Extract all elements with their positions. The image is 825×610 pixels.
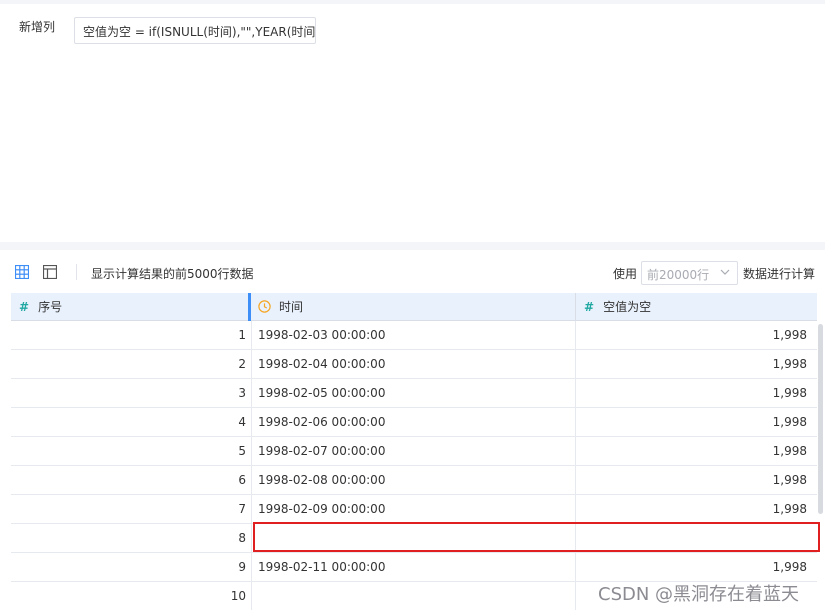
cell-divider (251, 553, 252, 582)
value-cell: 1,998 (772, 357, 807, 371)
time-cell: 1998-02-04 00:00:00 (258, 357, 386, 371)
time-cell: 1998-02-05 00:00:00 (258, 386, 386, 400)
row-index-cell: 4 (238, 415, 246, 429)
time-cell: 1998-02-11 00:00:00 (258, 560, 386, 574)
number-type-icon: # (584, 300, 595, 314)
preview-info-text: 显示计算结果的前5000行数据 (91, 267, 254, 281)
column-selected-indicator (248, 293, 251, 321)
value-cell: 1,998 (772, 560, 807, 574)
toolbar-divider (76, 264, 77, 280)
column-header-index[interactable]: # 序号 (19, 293, 62, 321)
value-cell: 1,998 (772, 415, 807, 429)
row-index-cell: 5 (238, 444, 246, 458)
cell-divider (251, 437, 252, 466)
calc-label: 数据进行计算 (743, 267, 816, 281)
time-cell: 1998-02-07 00:00:00 (258, 444, 386, 458)
column-header-label: 空值为空 (603, 300, 652, 314)
watermark: CSDN @黑洞存在着蓝天 (598, 584, 800, 605)
value-cell: 1,998 (772, 328, 807, 342)
time-cell: 1998-02-06 00:00:00 (258, 415, 386, 429)
value-cell: 1,998 (772, 444, 807, 458)
table-row[interactable]: 4 1998-02-06 00:00:00 1,998 (11, 408, 817, 437)
chevron-down-icon (719, 265, 731, 282)
table-row[interactable]: 2 1998-02-04 00:00:00 1,998 (11, 350, 817, 379)
clock-icon (258, 295, 271, 323)
time-cell: 1998-02-03 00:00:00 (258, 328, 386, 342)
formula-input[interactable]: 空值为空 = if(ISNULL(时间),"",YEAR(时间)) (74, 17, 316, 44)
value-cell: 1,998 (772, 386, 807, 400)
column-header-time[interactable]: 时间 (258, 293, 303, 321)
table-row[interactable]: 5 1998-02-07 00:00:00 1,998 (11, 437, 817, 466)
table-row[interactable]: 9 1998-02-11 00:00:00 1,998 (11, 553, 817, 582)
time-cell (258, 582, 576, 610)
row-index-cell: 10 (230, 589, 246, 603)
layout-icon[interactable] (43, 265, 57, 279)
row-index-cell: 9 (238, 560, 246, 574)
vertical-scrollbar[interactable] (818, 324, 823, 514)
table-grid-icon[interactable] (15, 265, 29, 279)
row-index-cell: 3 (238, 386, 246, 400)
row-count-select[interactable]: 前20000行 (641, 261, 738, 285)
cell-divider (251, 495, 252, 524)
cell-divider (251, 466, 252, 495)
row-count-value: 前20000行 (647, 268, 710, 282)
column-header-label: 序号 (38, 300, 63, 314)
column-header-value[interactable]: # 空值为空 (584, 293, 651, 321)
cell-divider (251, 321, 252, 350)
cell-divider (251, 408, 252, 437)
table-row[interactable]: 6 1998-02-08 00:00:00 1,998 (11, 466, 817, 495)
table-row[interactable]: 7 1998-02-09 00:00:00 1,998 (11, 495, 817, 524)
row-index-cell: 1 (238, 328, 246, 342)
time-cell: 1998-02-08 00:00:00 (258, 473, 386, 487)
row-index-cell: 6 (238, 473, 246, 487)
value-cell: 1,998 (772, 502, 807, 516)
table-row[interactable]: 3 1998-02-05 00:00:00 1,998 (11, 379, 817, 408)
column-divider (575, 293, 576, 321)
cell-divider (251, 379, 252, 408)
null-row-highlight-box (253, 522, 820, 552)
number-type-icon: # (19, 300, 30, 314)
time-cell: 1998-02-09 00:00:00 (258, 502, 386, 516)
preview-toolbar: 显示计算结果的前5000行数据 使用 前20000行 数据进行计算 (0, 250, 825, 292)
row-index-cell: 8 (238, 531, 246, 545)
column-header-label: 时间 (279, 300, 304, 314)
formula-label: 新增列 (19, 20, 56, 34)
preview-panel: 显示计算结果的前5000行数据 使用 前20000行 数据进行计算 # 序号 时间… (0, 250, 825, 610)
cell-divider (251, 524, 252, 553)
formula-panel: 新增列 空值为空 = if(ISNULL(时间),"",YEAR(时间)) (0, 4, 825, 242)
use-label: 使用 (613, 267, 638, 281)
table-header: # 序号 时间 # 空值为空 (11, 293, 817, 321)
cell-divider (251, 350, 252, 379)
row-index-cell: 2 (238, 357, 246, 371)
cell-divider (251, 582, 252, 610)
row-index-cell: 7 (238, 502, 246, 516)
value-cell: 1,998 (772, 473, 807, 487)
table-row[interactable]: 1 1998-02-03 00:00:00 1,998 (11, 321, 817, 350)
